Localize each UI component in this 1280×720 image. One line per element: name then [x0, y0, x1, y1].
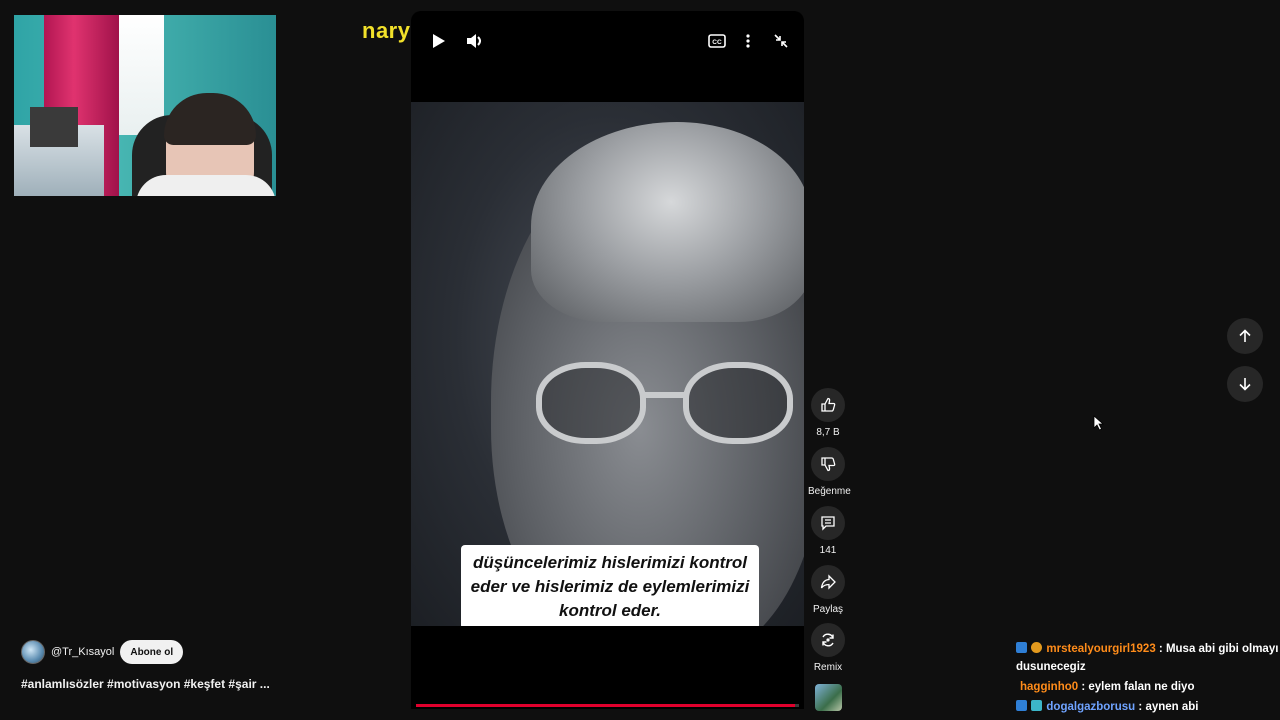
thumbs-up-icon	[821, 397, 836, 412]
remix-button-circle[interactable]	[811, 623, 845, 657]
dislike-button[interactable]: Beğenme	[808, 447, 851, 497]
chat-username[interactable]: mrstealyourgirl1923	[1046, 643, 1155, 655]
video-frame: düşüncelerimiz hislerimizi kontrol eder …	[411, 102, 804, 626]
chat-message: dogalgazborusu : aynen abi	[1016, 698, 1280, 716]
channel-handle[interactable]: @Tr_Kısayol	[51, 646, 114, 658]
arrow-down-icon	[1239, 378, 1251, 391]
like-button[interactable]: 8,7 B	[808, 388, 848, 438]
remix-button[interactable]: Remix	[808, 623, 848, 673]
comment-icon	[821, 516, 835, 531]
chat-overlay: mrstealyourgirl1923 : Musa abi gibi olma…	[1016, 640, 1280, 718]
thumbs-down-icon	[821, 457, 836, 472]
badge-icon	[1016, 700, 1027, 711]
progress-bar-fill	[416, 704, 796, 707]
chat-username[interactable]: dogalgazborusu	[1046, 701, 1135, 713]
video-person-glasses-right	[683, 362, 793, 444]
like-button-circle[interactable]	[811, 388, 845, 422]
volume-button[interactable]	[463, 29, 487, 53]
badge-icon	[1016, 642, 1027, 653]
chat-message: hagginho0 : eylem falan ne diyo	[1016, 678, 1280, 696]
remix-icon	[822, 633, 834, 647]
share-button-circle[interactable]	[811, 565, 845, 599]
share-button[interactable]: Paylaş	[808, 565, 848, 615]
chat-message: mrstealyourgirl1923 : Musa abi gibi olma…	[1016, 640, 1280, 676]
chat-text: : eylem falan ne diyo	[1081, 681, 1195, 693]
dislike-button-circle[interactable]	[811, 447, 845, 481]
video-subtitle: düşüncelerimiz hislerimizi kontrol eder …	[461, 545, 759, 626]
like-count: 8,7 B	[816, 427, 840, 438]
webcam-streamer-shirt	[136, 175, 276, 196]
arrow-up-icon	[1239, 329, 1251, 342]
captions-button[interactable]: CC	[705, 29, 729, 53]
chat-username[interactable]: hagginho0	[1020, 681, 1078, 693]
minimize-icon	[774, 34, 788, 48]
dislike-label: Beğenme	[808, 486, 851, 497]
sound-thumbnail[interactable]	[815, 684, 842, 711]
previous-video-button[interactable]	[1227, 318, 1263, 354]
captions-icon: CC	[708, 34, 726, 48]
svg-text:CC: CC	[712, 39, 722, 46]
video-player[interactable]: CC düşüncelerimiz hislerimizi kontrol ed…	[411, 11, 804, 709]
minimize-button[interactable]	[769, 29, 793, 53]
more-icon	[746, 34, 750, 48]
more-options-button[interactable]	[736, 29, 760, 53]
remix-label: Remix	[813, 662, 843, 673]
share-icon	[820, 574, 836, 590]
badge-icon	[1031, 642, 1043, 653]
video-description[interactable]: #anlamlısözler #motivasyon #keşfet #şair…	[21, 677, 270, 691]
channel-info: @Tr_Kısayol Abone ol	[21, 640, 184, 664]
channel-avatar[interactable]	[21, 640, 45, 664]
video-person-glasses-bridge	[641, 392, 687, 398]
play-icon	[433, 34, 445, 48]
subscribe-button[interactable]: Abone ol	[120, 640, 184, 664]
progress-bar[interactable]	[416, 704, 799, 707]
chat-text: : aynen abi	[1138, 701, 1199, 713]
webcam-headboard	[30, 107, 78, 147]
next-video-button[interactable]	[1227, 366, 1263, 402]
webcam-overlay	[14, 15, 276, 196]
video-person-hair	[531, 122, 804, 322]
comments-button[interactable]: 141	[808, 506, 848, 556]
volume-icon	[467, 34, 481, 48]
video-person-glasses-left	[536, 362, 646, 444]
badge-icon	[1031, 700, 1043, 711]
comment-count: 141	[819, 545, 837, 556]
comments-button-circle[interactable]	[811, 506, 845, 540]
play-button[interactable]	[427, 29, 451, 53]
share-label: Paylaş	[812, 604, 843, 615]
mouse-cursor-icon	[1093, 415, 1105, 431]
